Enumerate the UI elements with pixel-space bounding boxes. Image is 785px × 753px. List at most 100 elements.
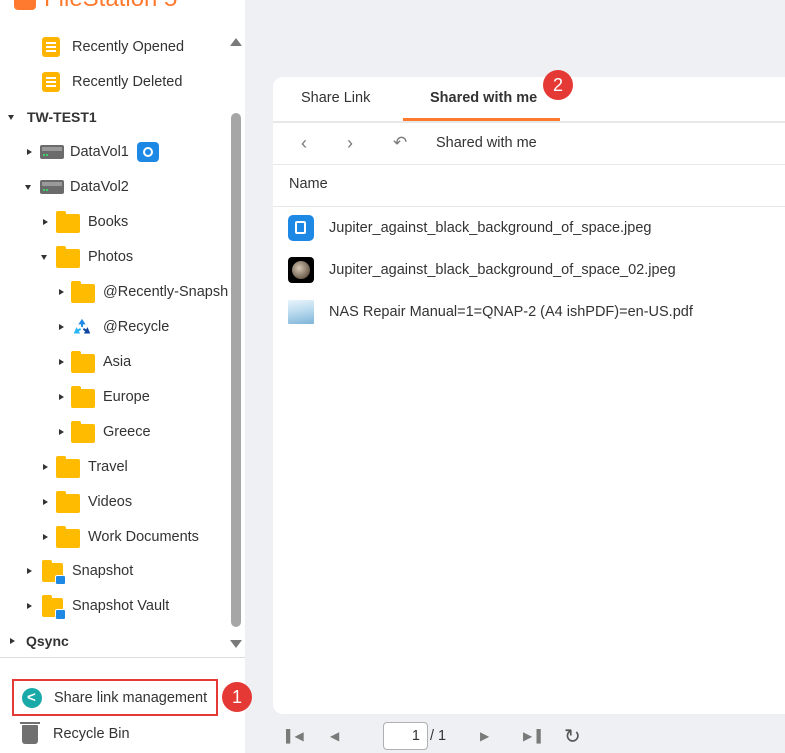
folder-icon — [71, 385, 95, 408]
filestation-logo-icon — [14, 0, 36, 10]
column-header: Name — [273, 165, 785, 207]
recycle-bin-label: Recycle Bin — [53, 726, 130, 742]
file-name: Jupiter_against_black_background_of_spac… — [329, 220, 652, 236]
back-chevron-icon[interactable]: ‹ — [301, 134, 315, 152]
expand-arrow-icon[interactable] — [57, 358, 65, 366]
folder-icon — [56, 490, 80, 513]
expand-arrow-icon[interactable] — [41, 498, 49, 506]
last-page-icon[interactable]: ▶▐ — [523, 729, 541, 743]
tree-item-qsync[interactable]: Qsync — [0, 623, 228, 655]
pdf-thumbnail-icon — [288, 300, 314, 324]
expand-arrow-icon[interactable] — [8, 637, 16, 645]
tab-shared-with-me[interactable]: Shared with me — [430, 90, 537, 106]
tree-item-tw-test1[interactable]: TW-TEST1 — [0, 99, 228, 134]
folder-icon — [56, 245, 80, 268]
trash-icon — [20, 721, 40, 744]
sidebar-scrollbar-thumb[interactable] — [231, 113, 241, 627]
drive-icon — [40, 144, 64, 159]
expand-arrow-icon[interactable] — [25, 148, 33, 156]
tree-item-videos[interactable]: Videos — [0, 484, 228, 519]
file-name: Jupiter_against_black_background_of_spac… — [329, 262, 676, 278]
shared-files-panel: Share Link Shared with me ‹ › ↶ Shared w… — [273, 77, 785, 714]
snapshot-camera-icon — [136, 141, 159, 162]
page-total: / 1 — [430, 728, 447, 744]
undo-back-arrow-icon[interactable]: ↶ — [393, 134, 407, 151]
tree-item-label: DataVol1 — [70, 143, 129, 160]
share-link-management-button[interactable]: Share link management — [12, 679, 218, 716]
expand-arrow-icon[interactable] — [57, 323, 65, 331]
recent-list-icon — [42, 36, 60, 57]
next-page-icon[interactable]: ▶ — [480, 729, 489, 743]
tree-item-recently-opened[interactable]: Recently Opened — [0, 29, 228, 64]
tree-item-greece[interactable]: Greece — [0, 414, 228, 449]
navigation-toolbar: ‹ › ↶ Shared with me — [273, 123, 785, 165]
tree-item-europe[interactable]: Europe — [0, 379, 228, 414]
collapse-arrow-icon[interactable] — [41, 253, 49, 261]
tree-item-label: @Recently-Snapshot — [103, 283, 228, 300]
tree-item-books[interactable]: Books — [0, 204, 228, 239]
folder-icon — [56, 525, 80, 548]
callout-badge-1: 1 — [222, 682, 252, 712]
tree-item-label: Work Documents — [88, 528, 199, 545]
expand-arrow-icon[interactable] — [41, 463, 49, 471]
tree-item-snapshot-vault[interactable]: Snapshot Vault — [0, 588, 228, 623]
tree-item-label: Photos — [88, 248, 134, 265]
expand-arrow-icon[interactable] — [57, 393, 65, 401]
tree-item-photos[interactable]: Photos — [0, 239, 228, 274]
sidebar-divider — [0, 657, 245, 658]
recent-list-icon — [42, 71, 60, 92]
tree-item-asia[interactable]: Asia — [0, 344, 228, 379]
tree-item-label: Videos — [88, 493, 133, 510]
first-page-icon[interactable]: ▌◀ — [286, 729, 304, 743]
tree-item-recently-deleted[interactable]: Recently Deleted — [0, 64, 228, 99]
tree-item-recently-snapshot[interactable]: @Recently-Snapshot — [0, 274, 228, 309]
expand-arrow-icon[interactable] — [57, 428, 65, 436]
expand-arrow-icon[interactable] — [57, 288, 65, 296]
file-row[interactable]: NAS Repair Manual=1=QNAP-2 (A4 ishPDF)=e… — [273, 291, 785, 333]
active-tab-indicator — [403, 118, 560, 121]
refresh-icon[interactable]: ↻ — [564, 724, 581, 749]
document-icon — [288, 215, 314, 241]
file-name: NAS Repair Manual=1=QNAP-2 (A4 ishPDF)=e… — [329, 304, 693, 320]
tree-item-label: TW-TEST1 — [27, 108, 97, 125]
previous-page-icon[interactable]: ◀ — [330, 729, 339, 743]
tree-item-label: @Recycle — [103, 318, 170, 335]
app-title-text: FileStation 5 — [44, 0, 177, 12]
tree-item-work-documents[interactable]: Work Documents — [0, 519, 228, 554]
expand-arrow-icon[interactable] — [41, 218, 49, 226]
file-row[interactable]: Jupiter_against_black_background_of_spac… — [273, 207, 785, 249]
scroll-up-arrow-icon[interactable] — [230, 38, 242, 46]
tree-item-datavol2[interactable]: DataVol2 — [0, 169, 228, 204]
folder-icon — [71, 350, 95, 373]
sidebar: FileStation 5 Recently Opened Recently D… — [0, 0, 245, 753]
tab-share-link[interactable]: Share Link — [301, 90, 370, 106]
share-link-management-label: Share link management — [54, 689, 208, 706]
folder-tree: Recently Opened Recently Deleted TW-TEST… — [0, 29, 228, 655]
snapshot-folder-icon — [42, 559, 66, 585]
expand-arrow-icon[interactable] — [25, 602, 33, 610]
tree-item-label: Europe — [103, 388, 150, 405]
scroll-down-arrow-icon[interactable] — [230, 640, 242, 648]
recycle-bin-button[interactable]: Recycle Bin — [20, 721, 130, 746]
tree-item-label: Snapshot — [72, 562, 134, 579]
callout-badge-2: 2 — [543, 70, 573, 100]
collapse-arrow-icon[interactable] — [8, 113, 16, 121]
folder-icon — [71, 280, 95, 303]
share-icon — [22, 687, 42, 708]
file-row[interactable]: Jupiter_against_black_background_of_spac… — [273, 249, 785, 291]
tree-item-label: Recently Opened — [72, 38, 185, 55]
expand-arrow-icon[interactable] — [25, 567, 33, 575]
page-number-input[interactable]: 1 — [383, 722, 428, 750]
tree-item-snapshot[interactable]: Snapshot — [0, 553, 228, 588]
tree-item-label: Recently Deleted — [72, 73, 183, 90]
tree-item-datavol1[interactable]: DataVol1 — [0, 134, 228, 169]
forward-chevron-icon[interactable]: › — [347, 134, 361, 152]
tree-item-label: Asia — [103, 353, 132, 370]
column-name-header[interactable]: Name — [289, 176, 328, 192]
expand-arrow-icon[interactable] — [41, 533, 49, 541]
tree-item-recycle[interactable]: @Recycle — [0, 309, 228, 344]
tree-item-label: Travel — [88, 458, 128, 475]
collapse-arrow-icon[interactable] — [25, 183, 33, 191]
tree-item-travel[interactable]: Travel — [0, 449, 228, 484]
folder-icon — [56, 210, 80, 233]
